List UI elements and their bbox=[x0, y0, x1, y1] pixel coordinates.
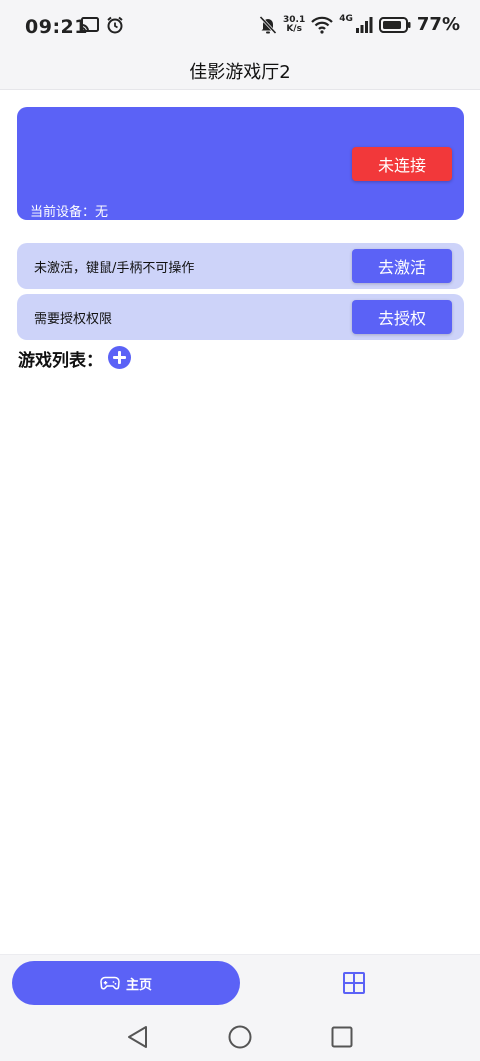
alarm-icon bbox=[107, 16, 123, 34]
status-left-icons bbox=[80, 16, 124, 34]
status-right-icons: 30.1 K/s 4G 77% bbox=[259, 14, 460, 35]
back-icon[interactable] bbox=[125, 1024, 151, 1050]
mute-bell-icon bbox=[259, 15, 277, 34]
system-nav-bar bbox=[0, 1011, 480, 1061]
network-type: 4G bbox=[339, 14, 353, 24]
device-card: 未连接 当前设备：无 bbox=[17, 107, 464, 220]
tab-home-label: 主页 bbox=[125, 977, 152, 993]
battery-icon bbox=[378, 16, 411, 33]
cast-icon bbox=[81, 17, 99, 32]
plus-circle-icon[interactable] bbox=[108, 346, 131, 369]
battery-percent: 77% bbox=[416, 14, 460, 35]
home-icon[interactable] bbox=[227, 1024, 253, 1050]
activate-button[interactable]: 去激活 bbox=[352, 249, 452, 283]
permission-notice: 需要授权权限 去授权 bbox=[17, 294, 464, 340]
net-speed-unit: K/s bbox=[286, 23, 302, 34]
activation-notice: 未激活，键鼠/手柄不可操作 去激活 bbox=[17, 243, 464, 289]
status-bar: 09:21 30.1 K/s 4G 77% bbox=[0, 0, 480, 52]
signal-icon bbox=[355, 16, 373, 33]
game-list-heading: 游戏列表： bbox=[18, 351, 103, 371]
activation-notice-text: 未激活，键鼠/手柄不可操作 bbox=[34, 261, 195, 276]
connect-button[interactable]: 未连接 bbox=[352, 147, 452, 181]
authorize-button[interactable]: 去授权 bbox=[352, 300, 452, 334]
recents-icon[interactable] bbox=[329, 1024, 355, 1050]
gamepad-icon bbox=[100, 976, 120, 990]
page-title: 佳影游戏厅2 bbox=[189, 62, 291, 83]
net-speed: 30.1 K/s bbox=[283, 15, 305, 34]
wifi-icon bbox=[311, 16, 334, 34]
tab-home[interactable]: 主页 bbox=[12, 961, 240, 1005]
status-time: 09:21 bbox=[25, 16, 88, 38]
permission-notice-text: 需要授权权限 bbox=[34, 312, 113, 327]
title-bar: 佳影游戏厅2 bbox=[0, 52, 480, 90]
current-device-label: 当前设备：无 bbox=[30, 205, 109, 220]
bottom-tab-bar: 主页 bbox=[0, 954, 480, 1011]
grid-icon[interactable] bbox=[343, 972, 365, 994]
